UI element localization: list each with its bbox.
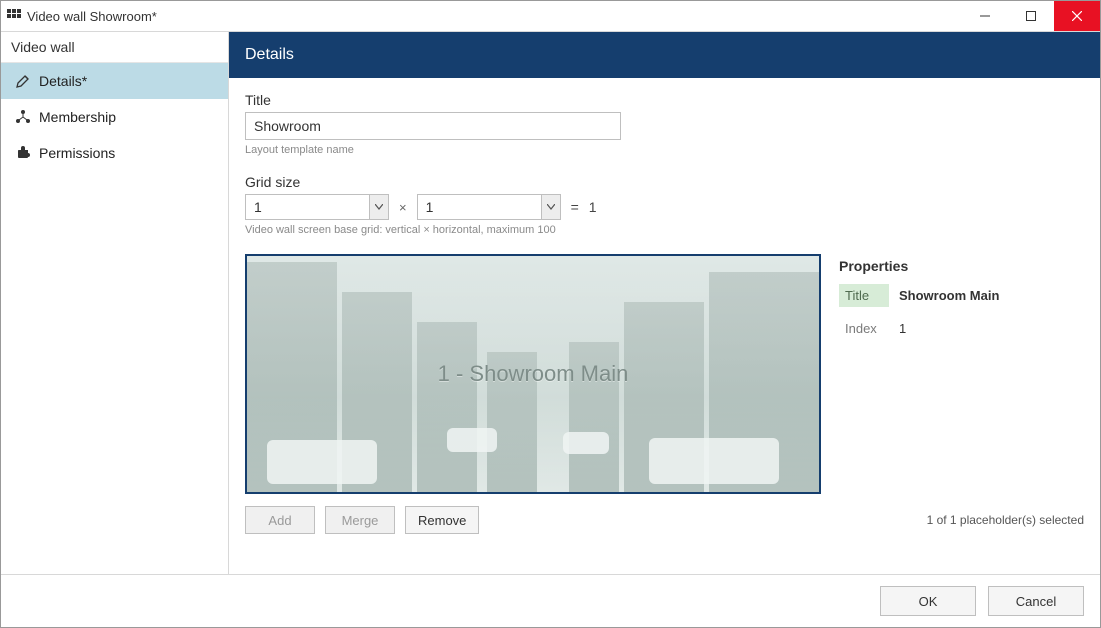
property-label: Title [839,284,889,307]
property-label: Index [839,317,889,340]
window-controls [962,1,1100,31]
minimize-button[interactable] [962,1,1008,31]
grid-size-section: Grid size × [245,174,1084,236]
add-button[interactable]: Add [245,506,315,534]
layout-preview-cell[interactable]: 1 - Showroom Main [245,254,821,494]
panel-body: Title Layout template name Grid size × [229,78,1100,574]
title-helper: Layout template name [245,144,1084,156]
sidebar-item-details[interactable]: Details* [1,63,228,99]
grid-result: 1 [589,199,597,215]
puzzle-icon [15,145,31,161]
sidebar-item-label: Membership [39,109,116,125]
sidebar-item-permissions[interactable]: Permissions [1,135,228,171]
selection-status: 1 of 1 placeholder(s) selected [927,513,1084,527]
preview-image [247,256,819,492]
preview-toolbar: Add Merge Remove 1 of 1 placeholder(s) s… [245,506,1084,534]
grid-vertical-input[interactable] [246,197,369,217]
property-row-index[interactable]: Index 1 [839,317,1084,340]
main-panel: Details Title Layout template name Grid … [229,32,1100,574]
chevron-down-icon[interactable] [369,195,388,219]
chevron-down-icon[interactable] [541,195,560,219]
dialog-footer: OK Cancel [1,574,1100,627]
sidebar-item-label: Permissions [39,145,115,161]
grid-vertical-spinner[interactable] [245,194,389,220]
ok-button[interactable]: OK [880,586,976,616]
sidebar-item-label: Details* [39,73,87,89]
window: Video wall Showroom* Video wall Deta [0,0,1101,628]
pencil-icon [15,73,31,89]
equals-symbol: = [571,199,579,215]
property-value: 1 [899,321,906,336]
maximize-button[interactable] [1008,1,1054,31]
sidebar: Video wall Details* Membership [1,32,229,574]
grid-size-label: Grid size [245,174,1084,190]
grid-horizontal-input[interactable] [418,197,541,217]
title-section: Title Layout template name [245,92,1084,156]
nodes-icon [15,109,31,125]
property-value: Showroom Main [899,288,999,303]
title-label: Title [245,92,1084,108]
close-button[interactable] [1054,1,1100,31]
cancel-button[interactable]: Cancel [988,586,1084,616]
sidebar-header: Video wall [1,32,228,62]
app-grid-icon [7,9,21,23]
grid-size-row: × = 1 [245,194,1084,220]
remove-button[interactable]: Remove [405,506,479,534]
sidebar-items: Details* Membership Permissions [1,62,228,171]
properties-heading: Properties [839,258,1084,274]
grid-horizontal-spinner[interactable] [417,194,561,220]
times-symbol: × [399,200,407,215]
titlebar: Video wall Showroom* [1,1,1100,32]
title-input[interactable] [245,112,621,140]
preview-row: 1 - Showroom Main Properties Title Showr… [245,254,1084,494]
window-title: Video wall Showroom* [27,9,962,24]
property-row-title[interactable]: Title Showroom Main [839,284,1084,307]
body: Video wall Details* Membership [1,32,1100,574]
merge-button[interactable]: Merge [325,506,395,534]
properties-panel: Properties Title Showroom Main Index 1 [839,254,1084,350]
sidebar-item-membership[interactable]: Membership [1,99,228,135]
panel-header: Details [229,32,1100,78]
grid-size-helper: Video wall screen base grid: vertical × … [245,224,1084,236]
